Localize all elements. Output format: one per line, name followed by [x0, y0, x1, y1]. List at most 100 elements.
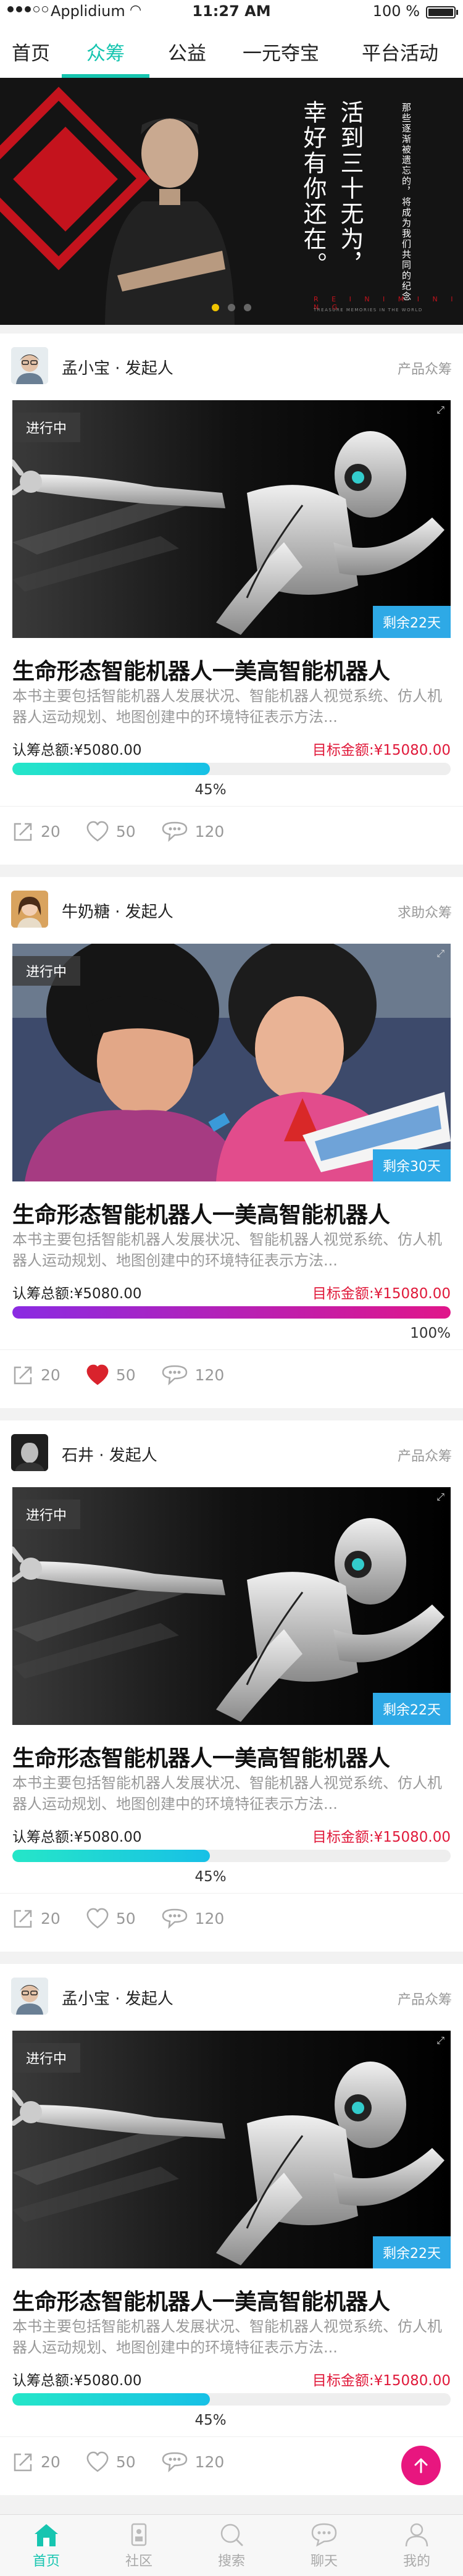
tab-home[interactable]: 首页 [0, 25, 62, 78]
share-icon [14, 1910, 32, 1928]
comment-count: 120 [194, 2452, 225, 2471]
initiator-name[interactable]: 孟小宝 · 发起人 [62, 356, 173, 379]
raised-amount: 认筹总额:¥5080.00 [12, 2373, 142, 2389]
avatar[interactable] [11, 347, 48, 384]
comment-count: 120 [194, 1909, 225, 1928]
divider [0, 806, 463, 807]
like-button[interactable]: 50 [85, 2451, 136, 2473]
pagination-dot[interactable] [244, 304, 251, 311]
status-badge: 进行中 [12, 413, 81, 442]
share-button[interactable]: 20 [12, 1907, 60, 1929]
scroll-top-button[interactable] [401, 2446, 441, 2485]
share-icon [14, 1366, 32, 1385]
share-count: 20 [41, 2452, 60, 2471]
project-card[interactable]: 孟小宝 · 发起人 产品众筹 进行中 剩余22天 ⤢ 生命形态智能机器人一美高智… [0, 334, 463, 865]
initiator-name[interactable]: 孟小宝 · 发起人 [62, 1986, 173, 2009]
heart-icon [86, 1908, 109, 1929]
tab-crowdfunding[interactable]: 众筹 [62, 25, 149, 78]
progress-bar [12, 1306, 451, 1319]
progress-percent: 45% [194, 782, 227, 798]
project-title[interactable]: 生命形态智能机器人一美高智能机器人 [12, 653, 390, 686]
avatar[interactable] [11, 1978, 48, 2015]
status-bar: Applidium ◠ 11:27 AM 100 % [0, 0, 463, 25]
divider [0, 1349, 463, 1350]
battery-icon [426, 6, 458, 19]
status-badge: 进行中 [12, 956, 81, 986]
days-remaining-badge: 剩余22天 [373, 1693, 451, 1725]
initiator-name[interactable]: 牛奶糖 · 发起人 [62, 899, 173, 922]
banner-main-line1: 活到三十无为， [336, 100, 364, 277]
crowdfunding-type: 产品众筹 [397, 1992, 452, 2008]
progress-percent: 45% [194, 1869, 227, 1885]
expand-icon: ⤢ [436, 947, 444, 959]
share-button[interactable]: 20 [12, 820, 60, 842]
project-card[interactable]: 孟小宝 · 发起人 产品众筹 进行中 剩余22天 ⤢ 生命形态智能机器人一美高智… [0, 1964, 463, 2495]
status-badge: 进行中 [12, 2043, 81, 2073]
share-button[interactable]: 20 [12, 2451, 60, 2473]
comment-button[interactable]: 120 [161, 1907, 225, 1929]
target-amount: 目标金额:¥15080.00 [312, 1286, 451, 1302]
expand-icon: ⤢ [436, 2034, 444, 2046]
banner-side-text: 那些逐渐被遗忘的，将成为我们共同的纪念 [401, 103, 412, 302]
progress-fill [12, 2393, 210, 2406]
share-icon [14, 2453, 32, 2472]
target-amount: 目标金额:¥15080.00 [312, 2373, 451, 2389]
share-count: 20 [41, 1366, 60, 1384]
bottom-tab-bar: 首页 社区 搜索 聊天 我的 [0, 2514, 463, 2576]
project-description: 本书主要包括智能机器人发展状况、智能机器人视觉系统、仿人机器人运动规划、地图创建… [12, 2318, 442, 2356]
card-actions: 20 50 120 [12, 820, 249, 842]
bottom-tab-chat[interactable]: 聊天 [278, 2515, 370, 2576]
tab-charity[interactable]: 公益 [149, 25, 225, 78]
top-nav: 首页 众筹 公益 一元夺宝 平台活动 [0, 25, 463, 78]
raised-amount: 认筹总额:¥5080.00 [12, 1286, 142, 1302]
progress-fill [12, 1306, 451, 1319]
like-button[interactable]: 50 [85, 820, 136, 842]
avatar[interactable] [11, 1434, 48, 1471]
card-actions: 20 50 120 [12, 1907, 249, 1929]
project-description: 本书主要包括智能机器人发展状况、智能机器人视觉系统、仿人机器人运动规划、地图创建… [12, 1774, 442, 1813]
initiator-name[interactable]: 石井 · 发起人 [62, 1443, 157, 1466]
share-button[interactable]: 20 [12, 1364, 60, 1386]
share-count: 20 [41, 822, 60, 841]
comment-button[interactable]: 120 [161, 1364, 225, 1386]
comment-count: 120 [194, 1366, 225, 1384]
like-button[interactable]: 50 [85, 1907, 136, 1929]
promo-banner[interactable]: 活到三十无为， 幸好有你还在。 那些逐渐被遗忘的，将成为我们共同的纪念 R E … [0, 78, 463, 325]
bottom-tab-profile[interactable]: 我的 [370, 2515, 463, 2576]
comment-icon [162, 1908, 187, 1929]
like-count: 50 [115, 1366, 136, 1384]
project-image[interactable]: 进行中 剩余22天 ⤢ [12, 2031, 451, 2268]
bottom-tab-community[interactable]: 社区 [93, 2515, 185, 2576]
comment-button[interactable]: 120 [161, 2451, 225, 2473]
card-actions: 20 50 120 [12, 2451, 249, 2473]
project-image[interactable]: 进行中 剩余30天 ⤢ [12, 944, 451, 1181]
project-title[interactable]: 生命形态智能机器人一美高智能机器人 [12, 1197, 390, 1229]
bottom-tab-home[interactable]: 首页 [0, 2515, 93, 2576]
project-title[interactable]: 生命形态智能机器人一美高智能机器人 [12, 2284, 390, 2316]
tab-one-yuan[interactable]: 一元夺宝 [225, 25, 337, 78]
project-description: 本书主要包括智能机器人发展状况、智能机器人视觉系统、仿人机器人运动规划、地图创建… [12, 687, 442, 726]
project-title[interactable]: 生命形态智能机器人一美高智能机器人 [12, 1740, 390, 1773]
pagination-dot[interactable] [228, 304, 235, 311]
divider [0, 1893, 463, 1894]
bottom-tab-search[interactable]: 搜索 [185, 2515, 278, 2576]
heart-icon [86, 2451, 109, 2472]
like-button[interactable]: 50 [85, 1364, 136, 1386]
like-count: 50 [115, 2452, 136, 2471]
project-card[interactable]: 石井 · 发起人 产品众筹 进行中 剩余22天 ⤢ 生命形态智能机器人一美高智能… [0, 1420, 463, 1952]
avatar[interactable] [11, 891, 48, 928]
chat-icon [311, 2523, 337, 2546]
crowdfunding-type: 求助众筹 [397, 905, 452, 921]
progress-bar [12, 1850, 451, 1862]
tab-platform-events[interactable]: 平台活动 [337, 25, 463, 78]
card-header: 石井 · 发起人 产品众筹 [11, 1434, 452, 1471]
progress-percent: 100% [410, 1325, 451, 1341]
project-image[interactable]: 进行中 剩余22天 ⤢ [12, 1487, 451, 1725]
like-count: 50 [115, 822, 136, 841]
project-card[interactable]: 牛奶糖 · 发起人 求助众筹 进行中 剩余30天 ⤢ 生命形态智能机器人一美高智… [0, 877, 463, 1408]
project-image[interactable]: 进行中 剩余22天 ⤢ [12, 400, 451, 638]
comment-button[interactable]: 120 [161, 820, 224, 842]
progress-fill [12, 763, 210, 775]
pagination-dot[interactable] [212, 304, 219, 311]
days-remaining-badge: 剩余22天 [373, 606, 451, 638]
